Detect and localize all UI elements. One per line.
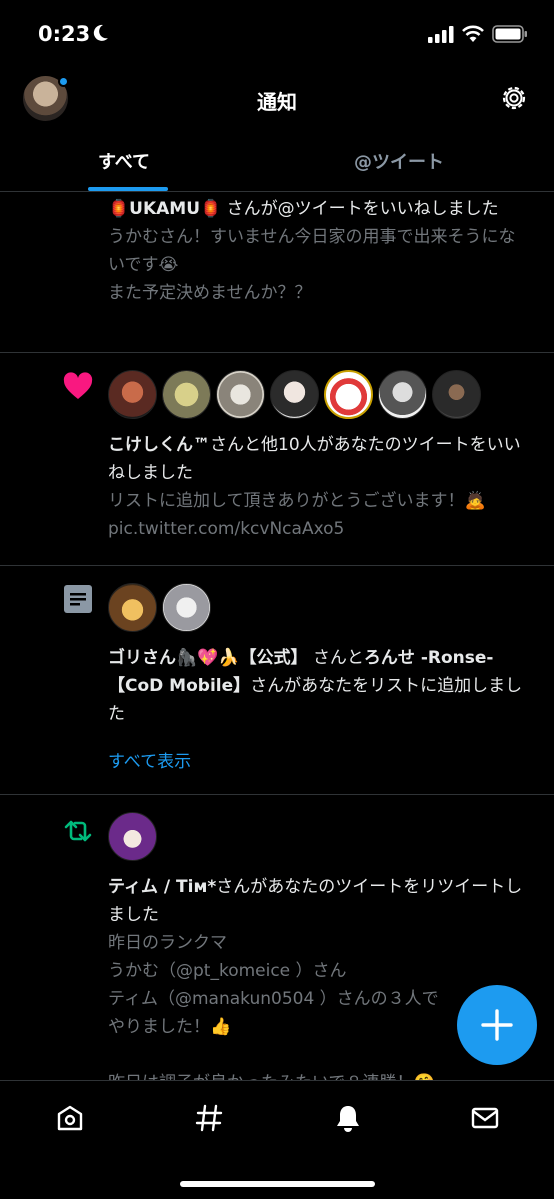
notification-item[interactable]: 🏮UKAMU🏮 さんが@ツイートをいいねしました うかむさん！すいません今日家の… — [0, 192, 554, 353]
user-avatar[interactable] — [432, 370, 481, 419]
user-name[interactable]: こけしくん™ — [108, 435, 210, 455]
tweet-preview-line: ティム（@manakun0504 ）さんの３人でやりました！👍 — [108, 989, 439, 1037]
headline-text: さんが@ツイートをいいねしました — [221, 199, 499, 219]
user-name[interactable]: ティム / Tім* — [108, 877, 216, 897]
status-time: 0:23 — [38, 22, 91, 46]
user-avatar[interactable] — [108, 583, 157, 632]
header: 通知 すべて @ツイート — [0, 70, 554, 192]
notification-item[interactable]: ゴリさん🦍💖🍌【公式】 さんとろんせ -Ronse-【CoD Mobile】さん… — [0, 566, 554, 795]
notification-item[interactable]: こけしくん™さんと他10人があなたのツイートをいいねしました リストに追加して頂… — [0, 353, 554, 566]
notification-feed[interactable]: 🏮UKAMU🏮 さんが@ツイートをいいねしました うかむさん！すいません今日家の… — [0, 192, 554, 1080]
battery-icon — [492, 25, 527, 43]
see-all-link[interactable]: すべて表示 — [108, 747, 191, 772]
tweet-preview-line: 昨日は調子が良かったみたいで８連勝！🤗 — [108, 1069, 528, 1080]
user-avatar[interactable] — [108, 370, 157, 419]
list-icon — [64, 585, 92, 613]
user-avatar[interactable] — [270, 370, 319, 419]
tab-mentions[interactable]: @ツイート — [354, 148, 444, 174]
heart-icon — [63, 372, 93, 399]
user-avatar[interactable] — [378, 370, 427, 419]
user-avatar[interactable] — [108, 812, 157, 861]
retweet-icon — [64, 820, 92, 842]
bell-icon[interactable] — [333, 1103, 363, 1133]
gear-icon[interactable] — [499, 83, 529, 113]
tweet-preview-line: うかむ（@pt_komeice ）さん — [108, 961, 347, 981]
plus-icon — [481, 1009, 513, 1041]
notification-headline: こけしくん™さんと他10人があなたのツイートをいいねしました — [108, 431, 528, 487]
hashtag-icon[interactable] — [194, 1103, 224, 1133]
notification-headline: 🏮UKAMU🏮 さんが@ツイートをいいねしました — [108, 195, 528, 223]
moon-icon — [93, 24, 108, 41]
notification-headline: ゴリさん🦍💖🍌【公式】 さんとろんせ -Ronse-【CoD Mobile】さん… — [108, 644, 528, 728]
compose-button[interactable] — [457, 985, 537, 1065]
user-name[interactable]: 🏮UKAMU🏮 — [108, 199, 221, 219]
status-bar: 0:23 — [0, 0, 554, 70]
signal-icon — [428, 26, 454, 43]
user-avatar[interactable] — [324, 370, 373, 419]
user-avatar[interactable] — [162, 583, 211, 632]
tweet-preview: リストに追加して頂きありがとうございます！🙇 pic.twitter.com/k… — [108, 491, 486, 539]
page-title: 通知 — [257, 90, 297, 114]
tweet-preview: うかむさん！すいません今日家の用事で出来そうにないです😭 また予定決めませんか？… — [108, 227, 516, 303]
tweet-preview-line: 昨日のランクマ — [108, 933, 227, 953]
user-avatar[interactable] — [162, 370, 211, 419]
wifi-icon — [462, 25, 484, 42]
bottom-tab-bar — [0, 1080, 554, 1199]
headline-text: さんと — [307, 648, 364, 668]
home-indicator — [180, 1181, 375, 1187]
user-avatar[interactable] — [216, 370, 265, 419]
home-icon[interactable] — [55, 1103, 85, 1133]
notification-headline: ティム / Tім*さんがあなたのツイートをリツイートしました — [108, 873, 528, 929]
mail-icon[interactable] — [470, 1103, 500, 1133]
tab-all[interactable]: すべて — [98, 148, 150, 174]
user-name[interactable]: ゴリさん🦍💖🍌【公式】 — [108, 648, 308, 668]
